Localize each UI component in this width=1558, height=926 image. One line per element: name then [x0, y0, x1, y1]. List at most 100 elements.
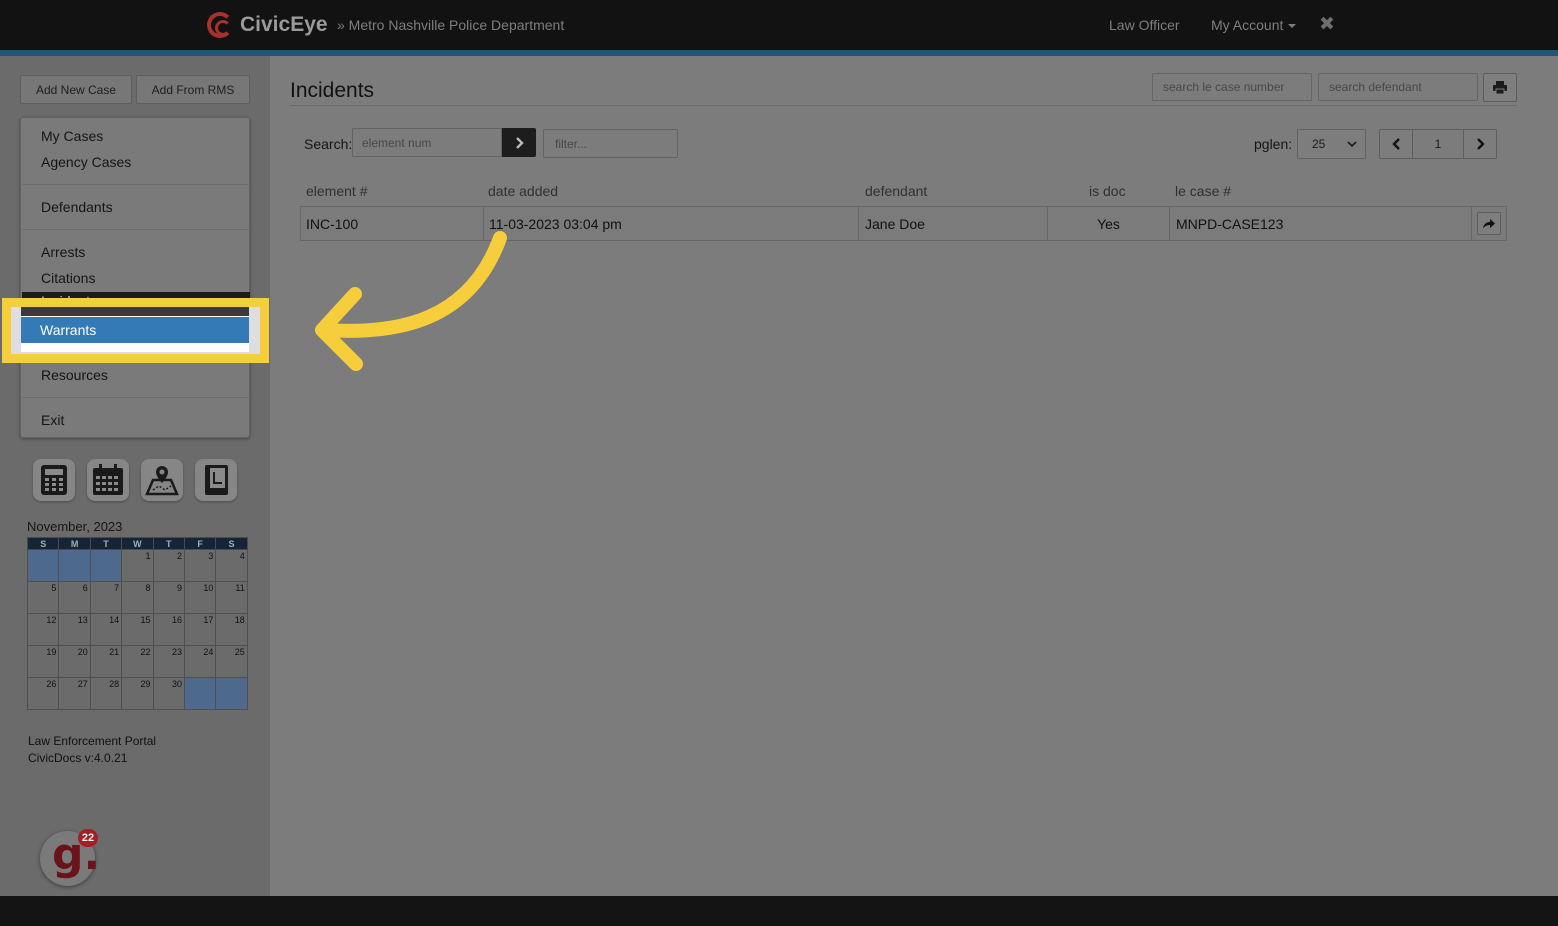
notebook-icon[interactable]: [195, 459, 237, 501]
page-length-label: pglen:: [1254, 136, 1293, 152]
mini-calendar: SMTWTFS 1 2 3 4 5 6 7 8 9 10 11 12 13 14 15 16 17 18 19 20 2…: [26, 537, 248, 710]
share-arrow-icon: [1483, 218, 1495, 228]
highlight-frame: [2, 298, 269, 363]
calendar-weekday: S: [215, 537, 248, 550]
sidebar-item-agency-cases[interactable]: Agency Cases: [41, 154, 131, 170]
calendar-day[interactable]: 2: [152, 549, 185, 582]
calendar-day[interactable]: 11: [215, 581, 248, 614]
cell-le-case: MNPD-CASE123: [1170, 206, 1472, 241]
calendar-day[interactable]: 26: [26, 677, 60, 710]
calendar-weekday: S: [26, 537, 60, 550]
calendar-week-row: 1234: [26, 549, 248, 582]
calendar-day[interactable]: 21: [89, 645, 123, 678]
search-case-number-input[interactable]: search le case number: [1152, 73, 1312, 101]
calendar-day[interactable]: 12: [26, 613, 60, 646]
calendar-day[interactable]: 19: [26, 645, 60, 678]
cell-defendant: Jane Doe: [859, 206, 1048, 241]
nav-law-officer[interactable]: Law Officer: [1109, 17, 1180, 33]
calendar-day[interactable]: 20: [58, 645, 91, 678]
nav-my-account-label: My Account: [1211, 17, 1284, 33]
calendar-day[interactable]: 1: [121, 549, 154, 582]
sidebar-item-resources[interactable]: Resources: [41, 367, 108, 383]
civiceye-logo[interactable]: CivicEye: [207, 10, 328, 40]
page-number-input[interactable]: 1: [1413, 129, 1463, 159]
calendar-day[interactable]: 6: [58, 581, 91, 614]
portal-name: Law Enforcement Portal: [28, 734, 157, 748]
calendar-day[interactable]: 10: [183, 581, 217, 614]
search-defendant-input[interactable]: search defendant: [1318, 73, 1478, 101]
calendar-day[interactable]: 28: [89, 677, 123, 710]
page-title: Incidents: [290, 79, 375, 102]
calendar-day[interactable]: 3: [183, 549, 217, 582]
sidebar-item-exit[interactable]: Exit: [41, 412, 64, 428]
calendar-day[interactable]: 18: [215, 613, 248, 646]
element-number-input[interactable]: element num: [352, 128, 502, 157]
civiceye-logo-icon: [207, 12, 233, 38]
sidebar-item-defendants[interactable]: Defendants: [41, 199, 113, 215]
calendar-week-row: 5 6 7 8 9 10 11: [26, 581, 248, 614]
calendar-title: November, 2023: [27, 519, 123, 534]
nav-my-account[interactable]: My Account: [1211, 17, 1297, 33]
calendar-day[interactable]: 4: [215, 549, 248, 582]
calendar-day[interactable]: 16: [152, 613, 185, 646]
calendar-day[interactable]: 14: [89, 613, 123, 646]
chevron-left-icon: [1391, 138, 1400, 150]
calendar-day[interactable]: 15: [121, 613, 154, 646]
calendar-day[interactable]: 27: [58, 677, 91, 710]
menu-divider: [22, 229, 250, 230]
column-header-le-case[interactable]: le case #: [1175, 183, 1231, 199]
add-new-case-button[interactable]: Add New Case: [20, 75, 132, 104]
calendar-day[interactable]: 8: [121, 581, 154, 614]
column-header-defendant[interactable]: defendant: [865, 183, 927, 199]
map-icon[interactable]: [141, 459, 183, 501]
brand-name: CivicEye: [240, 13, 328, 36]
calendar-day[interactable]: 25: [215, 645, 248, 678]
calendar-day[interactable]: 22: [121, 645, 154, 678]
calendar-day[interactable]: 13: [58, 613, 91, 646]
page-length-select[interactable]: 25: [1297, 129, 1366, 159]
sidebar-item-citations[interactable]: Citations: [41, 270, 95, 286]
filter-input[interactable]: filter...: [543, 129, 678, 158]
calendar-day[interactable]: 30: [152, 677, 185, 710]
calendar-empty-day: [215, 677, 248, 710]
calendar-day[interactable]: 17: [183, 613, 217, 646]
calendar-empty-day: [26, 549, 60, 582]
search-submit-button[interactable]: [502, 128, 536, 157]
calendar-day[interactable]: 23: [152, 645, 185, 678]
column-header-date-added[interactable]: date added: [488, 183, 558, 199]
calendar-week-row: 26 27 28 29 30: [26, 677, 248, 710]
app-version: CivicDocs v:4.0.21: [28, 751, 128, 765]
next-page-button[interactable]: [1463, 129, 1497, 159]
title-divider: [290, 105, 1517, 106]
sidebar-menu: My Cases Agency Cases Defendants Arrests…: [20, 117, 250, 438]
main-content: [270, 56, 1558, 896]
calendar-empty-day: [58, 549, 91, 582]
calculator-icon[interactable]: [33, 459, 75, 501]
chevron-right-icon: [515, 136, 524, 149]
previous-page-button[interactable]: [1379, 129, 1413, 159]
column-header-is-doc[interactable]: is doc: [1089, 183, 1126, 199]
calendar-day[interactable]: 24: [183, 645, 217, 678]
calendar-empty-day: [183, 677, 217, 710]
calendar-weekday-row: SMTWTFS: [26, 537, 248, 550]
department-name: » Metro Nashville Police Department: [337, 17, 565, 33]
sidebar-item-my-cases[interactable]: My Cases: [41, 128, 103, 144]
calendar-day[interactable]: 7: [89, 581, 123, 614]
bottom-bar: [0, 896, 1558, 926]
calendar-icon[interactable]: [87, 459, 129, 501]
page-length-value: 25: [1312, 137, 1326, 151]
caret-down-icon: [1288, 24, 1297, 29]
calendar-day[interactable]: 29: [121, 677, 154, 710]
sidebar-item-arrests[interactable]: Arrests: [41, 244, 85, 260]
calendar-weekday: F: [183, 537, 217, 550]
print-button[interactable]: [1483, 73, 1517, 102]
calendar-week-row: 19 20 21 22 23 24 25: [26, 645, 248, 678]
calendar-day[interactable]: 9: [152, 581, 185, 614]
close-icon[interactable]: ✖: [1319, 13, 1335, 36]
add-from-rms-button[interactable]: Add From RMS: [136, 75, 250, 104]
calendar-weekday: W: [121, 537, 154, 550]
column-header-element[interactable]: element #: [306, 183, 367, 199]
calendar-day[interactable]: 5: [26, 581, 60, 614]
menu-divider: [22, 397, 250, 398]
open-record-button[interactable]: [1477, 212, 1501, 235]
